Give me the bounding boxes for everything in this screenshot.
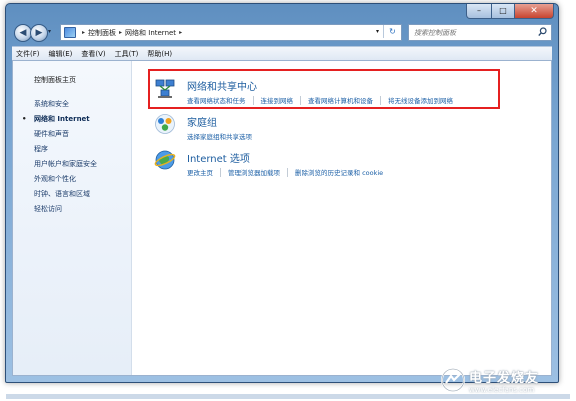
search-input[interactable] <box>409 27 536 38</box>
breadcrumb-control-panel[interactable]: 控制面板 <box>88 28 116 38</box>
link-divider <box>220 167 221 177</box>
sidebar-item-ease-of-access[interactable]: 轻松访问 <box>34 202 97 217</box>
sidebar-item-hardware-sound[interactable]: 硬件和声音 <box>34 127 97 142</box>
category-panel: 网络和共享中心 查看网络状态和任务 连接到网络 查看网络计算机和设备 将无线设备… <box>144 67 551 185</box>
maximize-button[interactable]: □ <box>492 4 515 19</box>
caption-buttons: – □ ✕ <box>466 4 554 19</box>
sidebar-item-system-security[interactable]: 系统和安全 <box>34 97 97 112</box>
menu-bar: 文件(F) 编辑(E) 查看(V) 工具(T) 帮助(H) <box>12 46 552 60</box>
sidebar-item-programs[interactable]: 程序 <box>34 142 97 157</box>
breadcrumb-separator[interactable]: ▸ <box>179 29 182 36</box>
breadcrumb: 控制面板 ▸ 网络和 Internet ▸ <box>88 28 185 38</box>
minimize-icon: – <box>477 6 481 15</box>
back-arrow-icon: ◀ <box>19 28 27 38</box>
address-dropdown-icon[interactable]: ▾ <box>376 28 379 35</box>
close-icon: ✕ <box>530 5 538 16</box>
internet-options-icon[interactable] <box>154 149 176 171</box>
minimize-button[interactable]: – <box>466 4 492 19</box>
forward-button[interactable]: ▶ <box>30 24 48 42</box>
watermark: 电子发烧友 www.elecfans.com <box>440 363 568 397</box>
menu-file[interactable]: 文件(F) <box>16 49 40 59</box>
sidebar-item-user-accounts[interactable]: 用户帐户和家庭安全 <box>34 157 97 172</box>
menu-edit[interactable]: 编辑(E) <box>49 49 73 59</box>
sidebar-item-clock-language-region[interactable]: 时钟、语言和区域 <box>34 187 97 202</box>
breadcrumb-separator[interactable]: ▸ <box>119 29 122 36</box>
category-title[interactable]: 家庭组 <box>187 114 217 129</box>
category-title[interactable]: Internet 选项 <box>187 150 250 165</box>
close-button[interactable]: ✕ <box>515 4 554 19</box>
link-manage-addons[interactable]: 管理浏览器加载项 <box>228 167 280 177</box>
menu-tools[interactable]: 工具(T) <box>115 49 139 59</box>
watermark-url: www.elecfans.com <box>469 385 535 394</box>
recent-pages-dropdown[interactable]: ▾ <box>48 28 56 36</box>
menu-help[interactable]: 帮助(H) <box>147 49 172 59</box>
menu-view[interactable]: 查看(V) <box>81 49 105 59</box>
network-sharing-center-icon[interactable] <box>154 77 176 99</box>
sidebar-category-list: 系统和安全 网络和 Internet 硬件和声音 程序 用户帐户和家庭安全 外观… <box>22 97 97 217</box>
category-internet-options: Internet 选项 更改主页 管理浏览器加载项 删除浏览的历史记录和 coo… <box>144 139 551 185</box>
sidebar: 控制面板主页 系统和安全 网络和 Internet 硬件和声音 程序 用户帐户和… <box>13 61 132 375</box>
sidebar-item-appearance[interactable]: 外观和个性化 <box>34 172 97 187</box>
breadcrumb-network-internet[interactable]: 网络和 Internet <box>125 28 176 38</box>
category-title[interactable]: 网络和共享中心 <box>187 78 257 93</box>
control-panel-icon <box>64 27 76 38</box>
search-box[interactable] <box>408 24 552 41</box>
navigation-bar: ◀ ▶ ▾ ▸ 控制面板 ▸ 网络和 Internet ▸ ▾ ↻ <box>12 23 552 42</box>
address-bar[interactable]: ▸ 控制面板 ▸ 网络和 Internet ▸ ▾ ↻ <box>60 24 402 41</box>
watermark-logo-icon <box>441 368 465 392</box>
link-change-homepage[interactable]: 更改主页 <box>187 167 213 177</box>
category-links: 更改主页 管理浏览器加载项 删除浏览的历史记录和 cookie <box>187 167 383 177</box>
watermark-text: 电子发烧友 www.elecfans.com <box>469 367 539 394</box>
control-panel-window: – □ ✕ ◀ ▶ ▾ ▸ 控制面板 ▸ 网络和 Internet ▸ ▾ ↻ <box>5 3 559 383</box>
refresh-button[interactable]: ↻ <box>383 25 401 38</box>
maximize-icon: □ <box>499 6 507 15</box>
refresh-icon: ↻ <box>389 27 396 36</box>
search-icon[interactable] <box>538 27 547 37</box>
sidebar-home-link[interactable]: 控制面板主页 <box>34 75 76 85</box>
sidebar-item-network-internet[interactable]: 网络和 Internet <box>22 112 97 127</box>
watermark-name: 电子发烧友 <box>469 370 540 386</box>
breadcrumb-separator[interactable]: ▸ <box>82 29 85 36</box>
link-delete-history[interactable]: 删除浏览的历史记录和 cookie <box>295 167 383 177</box>
link-divider <box>287 167 288 177</box>
content-area: 控制面板主页 系统和安全 网络和 Internet 硬件和声音 程序 用户帐户和… <box>12 60 552 376</box>
homegroup-icon[interactable] <box>154 113 176 135</box>
forward-arrow-icon: ▶ <box>35 28 43 38</box>
